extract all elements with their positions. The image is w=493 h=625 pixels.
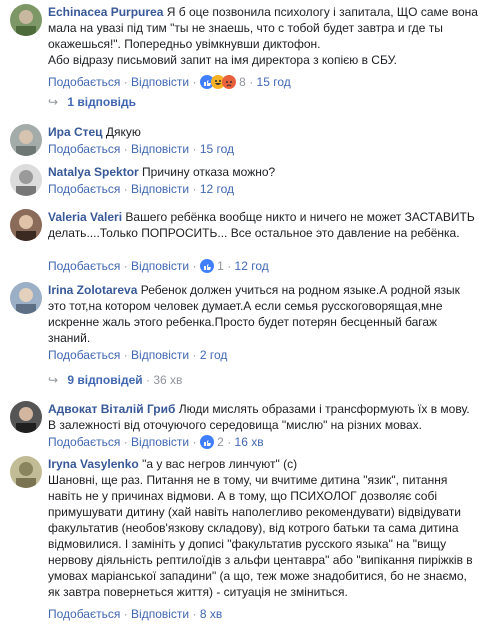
avatar[interactable] [10,456,42,488]
comment-author[interactable]: Ира Стец [48,125,103,139]
avatar-image [10,282,42,314]
avatar[interactable] [10,401,42,433]
reply-link[interactable]: Відповісти [131,435,189,449]
comment-actions: Подобається · Відповісти · 12 год [48,182,235,196]
comment-body: Ира Стец Дякую [48,124,478,140]
comment-actions: Подобається · Відповісти · 2 год [48,348,228,362]
comment-author[interactable]: Natalya Spektor [48,165,139,179]
comment-author[interactable]: Iryna Vasylenko [48,457,139,471]
like-link[interactable]: Подобається [48,607,120,621]
like-link[interactable]: Подобається [48,142,120,156]
avatar-image [10,456,42,488]
comment-text: Причину отказа можно? [142,165,276,179]
like-reaction-icon[interactable] [199,259,214,273]
like-link[interactable]: Подобається [48,75,120,89]
comment-author[interactable]: Irina Zolotareva [48,283,137,297]
avatar-image [10,4,42,36]
reaction-count: 2 [217,435,224,449]
timestamp[interactable]: 8 хв [200,607,222,621]
timestamp[interactable]: 12 год [200,182,234,196]
comment-actions: Подобається · Відповісти · 1 · 12 год [48,259,269,273]
angry-reaction-icon [221,75,236,89]
replies-count[interactable]: 1 відповідь [67,95,136,109]
like-link[interactable]: Подобається [48,435,120,449]
reply-link[interactable]: Відповісти [131,142,189,156]
replies-count[interactable]: 9 відповідей [67,373,142,387]
avatar-image [10,401,42,433]
reply-link[interactable]: Відповісти [131,182,189,196]
timestamp[interactable]: 15 год [200,142,234,156]
comment-author[interactable]: Echinacea Purpurea [48,5,163,19]
avatar-image [10,164,42,196]
like-link[interactable]: Подобається [48,348,120,362]
like-link[interactable]: Подобається [48,259,120,273]
avatar[interactable] [10,209,42,241]
reply-arrow-icon: ↪ [48,373,59,387]
reply-arrow-icon: ↪ [48,95,59,109]
comment-body: Valeria Valeri Вашего ребёнка вообще ник… [48,209,478,241]
reply-link[interactable]: Відповісти [131,348,189,362]
replies-toggle[interactable]: ↪ 9 відповідей · 36 хв [48,372,182,388]
timestamp[interactable]: 12 год [235,259,269,273]
reaction-count: 1 [217,259,224,273]
timestamp[interactable]: 16 хв [235,435,264,449]
comment-text: Або відразу письмовий запит на імя дирек… [48,53,397,67]
like-reaction-icon[interactable] [199,435,214,449]
comment-text: "а у вас негров линчуют" (с) [142,457,298,471]
avatar-image [10,124,42,156]
avatar[interactable] [10,164,42,196]
comment-actions: Подобається · Відповісти · 8 · 15 год [48,75,291,89]
reply-link[interactable]: Відповісти [131,259,189,273]
comment-body: Iryna Vasylenko "а у вас негров линчуют"… [48,456,478,600]
reaction-count: 8 [239,75,246,89]
comment-actions: Подобається · Відповісти · 15 год [48,142,235,156]
comment-body: Natalya Spektor Причину отказа можно? [48,164,478,180]
avatar-image [10,209,42,241]
comment-actions: Подобається · Відповісти · 2 · 16 хв [48,435,264,449]
comment-text: Дякую [105,125,141,139]
reply-link[interactable]: Відповісти [131,607,189,621]
comment-body: Адвокат Віталій Гриб Люди мислять образа… [48,401,478,433]
avatar[interactable] [10,282,42,314]
comment-author[interactable]: Адвокат Віталій Гриб [48,402,175,416]
replies-time: 36 хв [153,373,183,387]
avatar[interactable] [10,4,42,36]
reply-link[interactable]: Відповісти [131,75,189,89]
comment-body: Irina Zolotareva Ребенок должен учиться … [48,282,478,346]
replies-toggle[interactable]: ↪ 1 відповідь [48,94,136,110]
comment-text: Шановні, ще раз. Питання не в тому, чи в… [48,473,473,599]
avatar[interactable] [10,124,42,156]
timestamp[interactable]: 2 год [200,348,228,362]
comment-body: Echinacea Purpurea Я б оце позвонила пси… [48,4,478,68]
timestamp[interactable]: 15 год [257,75,291,89]
like-link[interactable]: Подобається [48,182,120,196]
comment-actions: Подобається · Відповісти · 8 хв [48,607,223,621]
comment-author[interactable]: Valeria Valeri [48,210,122,224]
